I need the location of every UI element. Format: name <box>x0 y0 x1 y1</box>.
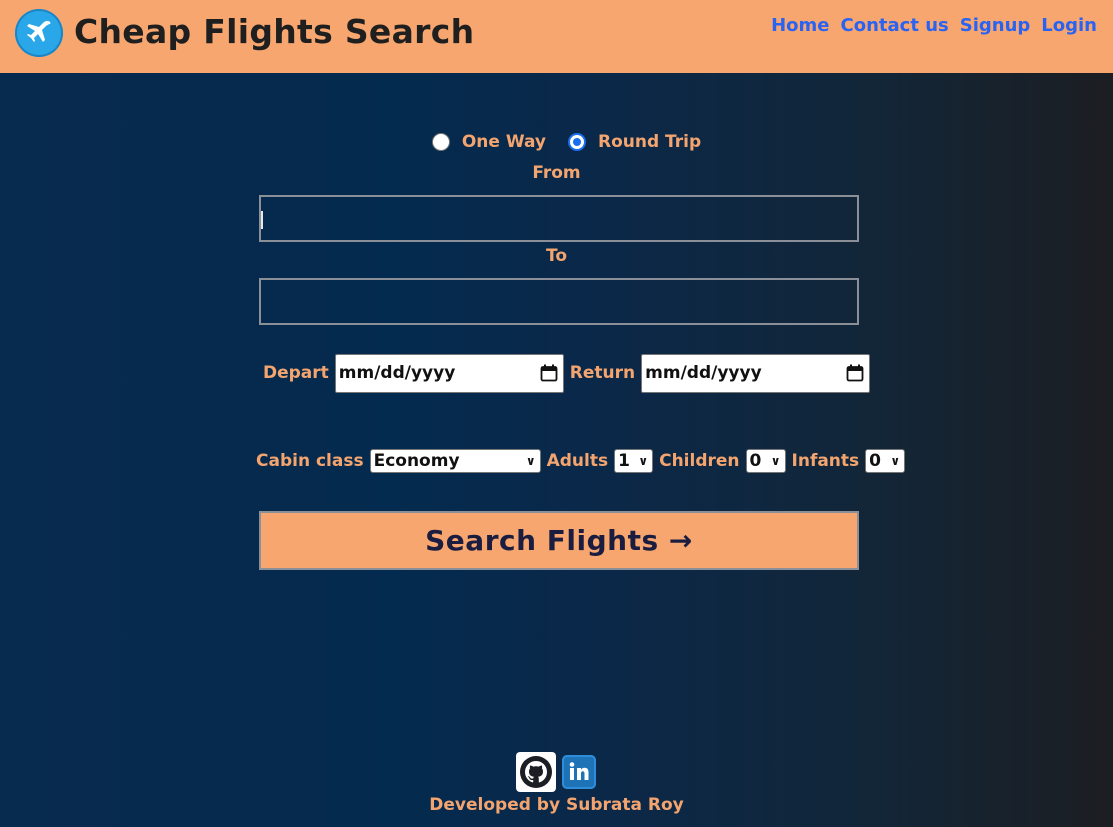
github-icon[interactable] <box>516 752 556 792</box>
calendar-icon[interactable] <box>540 364 558 382</box>
return-date-placeholder: mm/dd/yyyy <box>645 363 762 383</box>
to-label: To <box>545 246 568 266</box>
adults-label: Adults <box>546 451 609 471</box>
infants-select[interactable]: 0 ∨ <box>865 449 906 473</box>
date-row: Depart mm/dd/yyyy Return mm/dd/yyyy <box>263 353 876 393</box>
social-links <box>516 752 596 792</box>
footer-credit: Developed by Subrata Roy <box>429 795 684 815</box>
header-bar: Cheap Flights Search Home Contact us Sig… <box>0 0 1113 73</box>
chevron-down-icon: ∨ <box>638 454 649 468</box>
from-label: From <box>532 163 581 183</box>
chevron-down-icon: ∨ <box>890 454 901 468</box>
text-caret <box>261 211 263 229</box>
passenger-options-row: Cabin class Economy ∨ Adults 1 ∨ Childre… <box>256 449 906 473</box>
main-nav: Home Contact us Signup Login <box>771 15 1097 36</box>
children-select[interactable]: 0 ∨ <box>745 449 786 473</box>
to-input[interactable] <box>259 278 859 325</box>
chevron-down-icon: ∨ <box>770 454 781 468</box>
chevron-down-icon: ∨ <box>525 454 536 468</box>
infants-value: 0 <box>869 451 882 471</box>
depart-label: Depart <box>263 363 329 383</box>
round-trip-label: Round Trip <box>598 132 702 152</box>
cabin-class-value: Economy <box>373 451 460 471</box>
children-value: 0 <box>749 451 762 471</box>
adults-value: 1 <box>618 451 630 471</box>
nav-login-link[interactable]: Login <box>1041 15 1097 36</box>
round-trip-radio[interactable] <box>568 133 586 151</box>
airplane-icon[interactable] <box>15 9 63 57</box>
cabin-class-select[interactable]: Economy ∨ <box>369 449 541 473</box>
one-way-radio[interactable] <box>431 133 450 151</box>
children-label: Children <box>659 451 740 471</box>
return-label: Return <box>569 363 636 383</box>
trip-type-group: One Way Round Trip <box>0 132 1113 152</box>
cabin-class-label: Cabin class <box>256 451 364 471</box>
round-trip-option[interactable]: Round Trip <box>568 132 701 152</box>
infants-label: Infants <box>791 451 860 471</box>
return-date-input[interactable]: mm/dd/yyyy <box>641 353 871 393</box>
calendar-icon[interactable] <box>846 364 864 382</box>
depart-date-placeholder: mm/dd/yyyy <box>338 363 456 383</box>
one-way-option[interactable]: One Way <box>431 132 546 152</box>
nav-contact-link[interactable]: Contact us <box>841 15 949 36</box>
one-way-label: One Way <box>461 132 546 152</box>
from-input[interactable] <box>259 195 859 242</box>
search-flights-button[interactable]: Search Flights → <box>259 511 859 570</box>
adults-select[interactable]: 1 ∨ <box>614 449 654 473</box>
nav-home-link[interactable]: Home <box>771 15 829 36</box>
site-title[interactable]: Cheap Flights Search <box>74 12 474 51</box>
depart-date-input[interactable]: mm/dd/yyyy <box>334 353 564 393</box>
linkedin-icon[interactable] <box>562 755 596 789</box>
nav-signup-link[interactable]: Signup <box>960 15 1031 36</box>
